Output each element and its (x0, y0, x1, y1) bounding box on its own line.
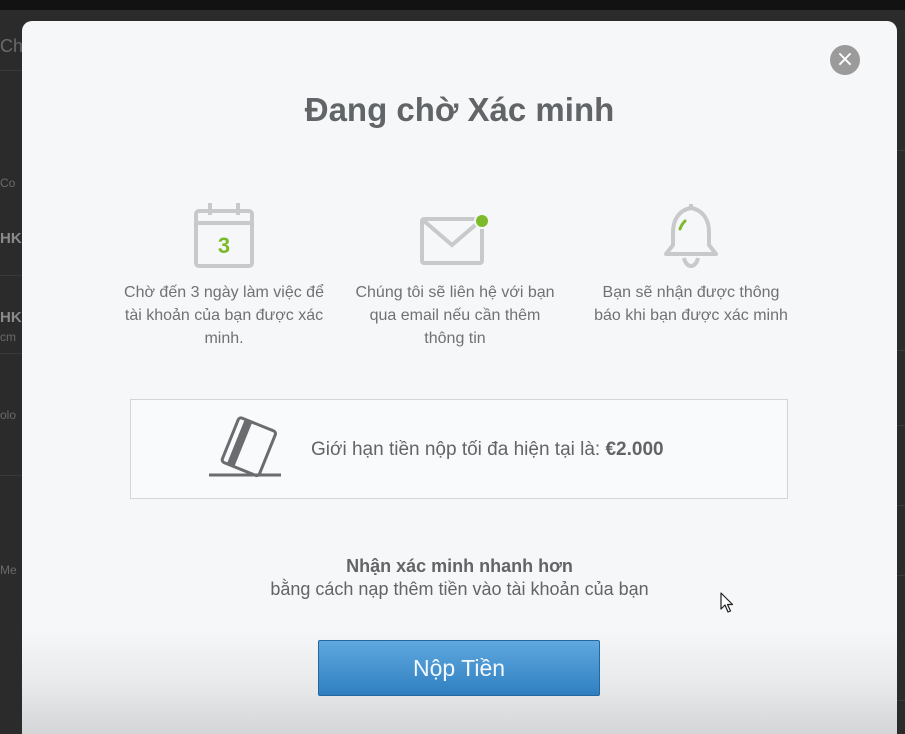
background-top-bar (0, 0, 905, 10)
background-text: Ch (0, 36, 24, 56)
modal-title: Đang chờ Xác minh (304, 91, 615, 128)
step-text: Chúng tôi sẽ liên hệ với bạn qua email n… (355, 284, 555, 347)
step-text: Bạn sẽ nhận được thông báo khi bạn được … (594, 284, 788, 324)
step-text: Chờ đến 3 ngày làm việc để tài khoản của… (124, 284, 324, 347)
background-text: HK (0, 230, 22, 247)
background-divider (0, 475, 24, 476)
background-text: olo (0, 408, 17, 422)
verification-pending-modal: × Đang chờ Xác minh 3 Chờ đến 3 ngày làm… (22, 21, 897, 734)
calendar-day-number: 3 (218, 233, 230, 258)
background-text: Co (0, 176, 16, 190)
mouse-cursor-icon (720, 592, 734, 613)
deposit-limit-amount: €2.000 (605, 439, 664, 460)
promo-subtitle: bằng cách nạp thêm tiền vào tài khoản củ… (270, 579, 649, 599)
background-divider (896, 505, 905, 506)
step-notification: Bạn sẽ nhận được thông báo khi bạn được … (591, 201, 791, 327)
background-divider (896, 150, 905, 151)
step-email-contact: Chúng tôi sẽ liên hệ với bạn qua email n… (355, 201, 555, 350)
background-divider (0, 353, 24, 354)
background-text: HK (0, 309, 22, 326)
deposit-limit-label: Giới hạn tiền nộp tối đa hiện tại là: (311, 439, 606, 460)
background-divider (0, 275, 24, 276)
promo-title: Nhận xác minh nhanh hơn (346, 556, 573, 576)
step-waiting-days: 3 Chờ đến 3 ngày làm việc để tài khoản c… (124, 201, 324, 350)
deposit-button[interactable]: Nộp Tiền (318, 640, 600, 696)
background-divider (896, 425, 905, 426)
background-divider (0, 70, 24, 71)
background-divider (896, 575, 905, 576)
deposit-limit-text: Giới hạn tiền nộp tối đa hiện tại là: €2… (311, 439, 664, 461)
envelope-notification-icon (420, 213, 490, 265)
deposit-limit-box: Giới hạn tiền nộp tối đa hiện tại là: €2… (130, 399, 788, 499)
calendar-icon: 3 (194, 203, 254, 268)
background-divider (896, 350, 905, 351)
card-icon (209, 416, 281, 478)
background-text: cm (0, 330, 16, 344)
close-button[interactable]: × (830, 45, 860, 75)
background-text: Me (0, 563, 17, 577)
bell-icon (664, 204, 718, 269)
background-divider (896, 700, 905, 701)
